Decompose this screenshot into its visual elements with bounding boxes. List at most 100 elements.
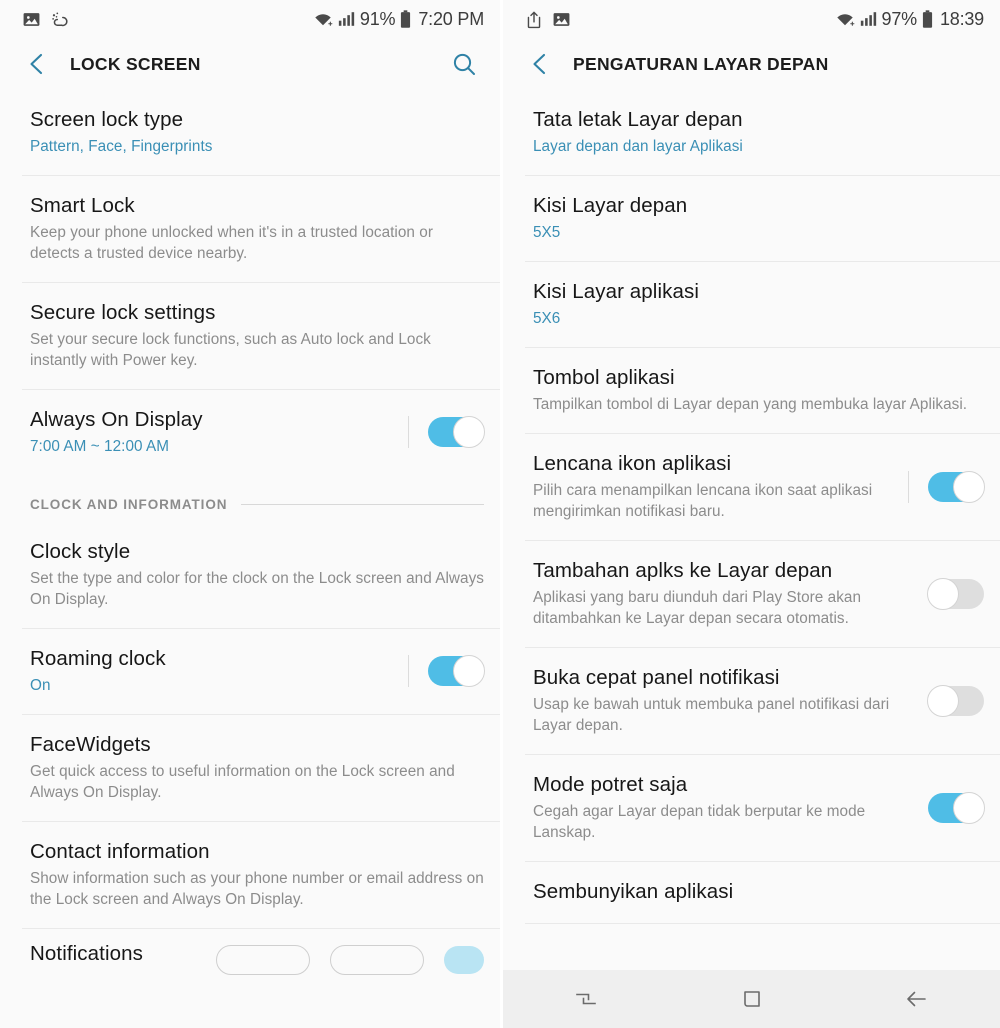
list-item[interactable]: FaceWidgets Get quick access to useful i… <box>0 715 500 821</box>
battery-percent-label: 97% <box>881 8 918 29</box>
list-item-title: Screen lock type <box>30 108 184 131</box>
list-item[interactable]: Contact information Show information suc… <box>0 822 500 928</box>
list-item-title: Buka cepat panel notifikasi <box>533 666 780 689</box>
dual-screenshot-container: 91% 7:20 PM LOCK SCREEN Screen lock type… <box>0 0 1000 1028</box>
list-item-subtitle: On <box>30 677 51 694</box>
list-item-title: Tombol aplikasi <box>533 366 675 389</box>
list-item-subtitle: Show information such as your phone numb… <box>30 870 484 908</box>
divider <box>525 923 1000 924</box>
notifications-toggle[interactable] <box>444 946 484 974</box>
notification-chip[interactable] <box>216 945 310 975</box>
list-item-texts: Clock style Set the type and color for t… <box>30 539 484 610</box>
add-apps-to-home-toggle[interactable] <box>927 577 984 610</box>
status-bar-notification-icons <box>22 10 70 29</box>
list-item[interactable]: Tata letak Layar depan Layar depan dan l… <box>503 90 1000 175</box>
right-app-bar: PENGATURAN LAYAR DEPAN <box>503 38 1000 90</box>
notification-chip[interactable] <box>330 945 424 975</box>
list-item-title: Clock style <box>30 540 131 563</box>
list-item[interactable]: Buka cepat panel notifikasi Usap ke bawa… <box>503 648 1000 754</box>
list-item-title: Contact information <box>30 840 210 863</box>
toggle-container <box>394 655 485 687</box>
roaming-clock-toggle[interactable] <box>428 655 485 687</box>
toggle-container <box>894 684 984 717</box>
list-item-texts: Screen lock type Pattern, Face, Fingerpr… <box>30 107 484 157</box>
list-item[interactable]: Clock style Set the type and color for t… <box>0 522 500 628</box>
list-item-texts: Mode potret saja Cegah agar Layar depan … <box>533 772 893 843</box>
signal-icon <box>338 11 355 27</box>
list-item-texts: Buka cepat panel notifikasi Usap ke bawa… <box>533 665 893 736</box>
list-item-title: FaceWidgets <box>30 733 151 756</box>
page-title: LOCK SCREEN <box>70 53 201 74</box>
toggle-container <box>894 470 985 503</box>
list-item-subtitle: Usap ke bawah untuk membuka panel notifi… <box>533 696 890 734</box>
list-item-subtitle: Pilih cara menampilkan lencana ikon saat… <box>533 482 873 520</box>
list-item-title: Always On Display <box>30 408 203 431</box>
right-phone-screen: 97% 18:39 PENGATURAN LAYAR DEPAN Tata le… <box>500 0 1000 1028</box>
list-item[interactable]: Sembunyikan aplikasi <box>503 862 1000 923</box>
list-item[interactable]: Secure lock settings Set your secure loc… <box>0 283 500 389</box>
recents-icon[interactable] <box>503 970 669 1028</box>
list-item[interactable]: Always On Display 7:00 AM ~ 12:00 AM <box>0 390 500 475</box>
toggle-separator <box>908 578 909 610</box>
search-icon[interactable] <box>448 48 480 80</box>
list-item-texts: Tombol aplikasi Tampilkan tombol di Laya… <box>533 365 984 415</box>
back-arrow-icon[interactable] <box>834 970 1000 1028</box>
toggle-separator <box>408 416 409 448</box>
list-item-subtitle: 5X5 <box>533 224 561 241</box>
left-app-bar: LOCK SCREEN <box>0 38 500 90</box>
list-item-title: Tambahan aplks ke Layar depan <box>533 559 833 582</box>
share-icon <box>525 10 543 29</box>
list-item[interactable]: Mode potret saja Cegah agar Layar depan … <box>503 755 1000 861</box>
list-item-title: Smart Lock <box>30 194 135 217</box>
list-item-subtitle: Set your secure lock functions, such as … <box>30 331 431 369</box>
list-item-subtitle: Layar depan dan layar Aplikasi <box>533 138 743 155</box>
status-bar-clock: 18:39 <box>939 8 984 29</box>
list-item[interactable]: Notifications <box>0 929 500 975</box>
list-item-subtitle: Cegah agar Layar depan tidak berputar ke… <box>533 803 866 841</box>
list-item-texts: Sembunyikan aplikasi <box>533 879 984 905</box>
list-item-texts: Roaming clock On <box>30 646 390 696</box>
portrait-mode-only-toggle[interactable] <box>928 791 985 824</box>
always-on-display-toggle[interactable] <box>428 416 485 448</box>
list-item-subtitle: 7:00 AM ~ 12:00 AM <box>30 438 170 455</box>
list-item[interactable]: Tombol aplikasi Tampilkan tombol di Laya… <box>503 348 1000 433</box>
list-item-subtitle: Keep your phone unlocked when it's in a … <box>30 224 433 262</box>
list-item[interactable]: Lencana ikon aplikasi Pilih cara menampi… <box>503 434 1000 540</box>
list-item-texts: Smart Lock Keep your phone unlocked when… <box>30 193 484 264</box>
image-icon <box>552 10 571 29</box>
list-item[interactable]: Kisi Layar aplikasi 5X6 <box>503 262 1000 347</box>
wifi-icon <box>313 11 333 28</box>
list-item-texts: Tambahan aplks ke Layar depan Aplikasi y… <box>533 558 893 629</box>
list-item[interactable]: Screen lock type Pattern, Face, Fingerpr… <box>0 90 500 175</box>
battery-percent-label: 91% <box>359 8 396 29</box>
notification-options <box>216 941 484 975</box>
toggle-separator <box>408 655 409 687</box>
android-navigation-bar <box>503 970 1000 1028</box>
list-item-texts: Secure lock settings Set your secure loc… <box>30 300 484 371</box>
list-item[interactable]: Roaming clock On <box>0 629 500 714</box>
back-chevron-icon[interactable] <box>525 49 555 79</box>
list-item-subtitle: 5X6 <box>533 310 561 327</box>
list-item-title: Mode potret saja <box>533 773 688 796</box>
list-item-texts: FaceWidgets Get quick access to useful i… <box>30 732 484 803</box>
back-chevron-icon[interactable] <box>22 49 52 79</box>
list-item-texts: Notifications <box>30 941 143 967</box>
list-item[interactable]: Tambahan aplks ke Layar depan Aplikasi y… <box>503 541 1000 647</box>
toggle-container <box>894 791 985 824</box>
list-item[interactable]: Smart Lock Keep your phone unlocked when… <box>0 176 500 282</box>
list-item[interactable]: Kisi Layar depan 5X5 <box>503 176 1000 261</box>
left-settings-list: Screen lock type Pattern, Face, Fingerpr… <box>0 90 500 975</box>
list-item-texts: Tata letak Layar depan Layar depan dan l… <box>533 107 984 157</box>
quick-open-notification-panel-toggle[interactable] <box>927 684 984 717</box>
toggle-knob <box>953 791 985 824</box>
app-icon-badges-toggle[interactable] <box>928 470 985 503</box>
list-item-subtitle: Aplikasi yang baru diunduh dari Play Sto… <box>533 589 862 627</box>
list-item-title: Tata letak Layar depan <box>533 108 743 131</box>
toggle-knob <box>927 577 959 610</box>
home-icon[interactable] <box>669 970 835 1028</box>
list-item-texts: Kisi Layar aplikasi 5X6 <box>533 279 984 329</box>
page-title: PENGATURAN LAYAR DEPAN <box>573 53 829 74</box>
list-item-title: Notifications <box>30 942 143 965</box>
toggle-separator <box>908 792 909 824</box>
list-item-subtitle: Set the type and color for the clock on … <box>30 570 484 608</box>
